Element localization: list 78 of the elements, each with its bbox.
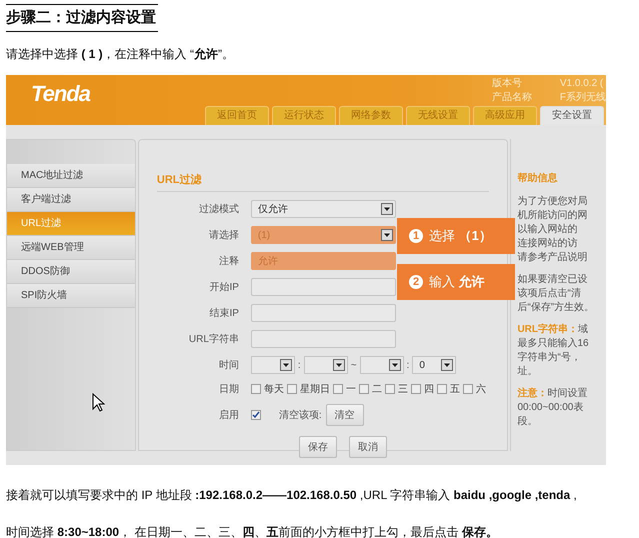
help-text: 连接网站的访 — [517, 237, 578, 251]
checkbox[interactable] — [384, 384, 395, 394]
help-text: 机所能访问的网 — [517, 209, 588, 223]
help-text: 如果要清空已设 — [517, 273, 588, 287]
panel-title: URL过滤 — [156, 172, 490, 192]
dropdown[interactable] — [360, 356, 404, 374]
help-text: 段。 — [517, 415, 538, 429]
help-text: 请参考产品说明 — [517, 251, 588, 265]
day-label: 五 — [450, 383, 460, 396]
day-label: 星期日 — [300, 382, 330, 396]
checkbox[interactable] — [410, 384, 421, 394]
input-field[interactable] — [250, 330, 396, 348]
day-label: 一 — [346, 383, 356, 396]
checkbox[interactable] — [250, 384, 261, 394]
version-label: 版本号 — [492, 77, 523, 91]
dropdown[interactable]: 0 — [412, 356, 456, 374]
separator: ~ — [350, 360, 357, 370]
sidebar-item[interactable]: MAC地址过滤 — [7, 164, 135, 188]
instruction-text: 请选择中选择 ( 1 )，在注释中输入 “允许”。 — [6, 46, 236, 63]
day-label: 六 — [476, 382, 486, 396]
checkbox[interactable] — [358, 384, 369, 394]
logo: Tenda — [30, 80, 90, 105]
sidebar-item[interactable]: DDOS防御 — [7, 260, 135, 284]
field-label: 开始IP — [208, 281, 239, 294]
dropdown[interactable] — [304, 356, 348, 374]
nav-tab[interactable]: 安全设置 — [540, 106, 604, 125]
separator: : — [406, 360, 410, 370]
clear-button[interactable]: 清空 — [326, 404, 364, 426]
form-button[interactable]: 保存 — [299, 436, 338, 458]
field-label: 启用 — [218, 408, 239, 422]
help-text: 00:00~00:00表 — [517, 401, 584, 415]
checkbox[interactable] — [436, 384, 447, 394]
day-label: 每天 — [264, 383, 284, 396]
sidebar-item[interactable]: 客户端过滤 — [7, 188, 135, 212]
product-value: F系列无线 — [560, 91, 606, 105]
dropdown[interactable]: 仅允许 — [250, 200, 396, 218]
sidebar-item[interactable]: SPI防火墙 — [7, 284, 135, 308]
checkbox[interactable] — [250, 410, 261, 420]
field-label: 过滤模式 — [198, 202, 239, 216]
field-label: 请选择 — [208, 228, 239, 242]
day-label: 三 — [398, 383, 408, 396]
field-label: URL字符串 — [188, 332, 239, 346]
clear-label: 清空该项: — [278, 408, 322, 422]
input-field[interactable] — [250, 278, 396, 296]
instruction-text: 接着就可以填写要求中的 IP 地址段 :192.168.0.2——102.168.0.50 ,URL 字符串输入 baidu ,google ,tenda , — [6, 487, 578, 504]
help-text: 最多只能输入16 — [517, 337, 590, 351]
field-label: 结束IP — [208, 306, 239, 320]
help-text: 该项后点击“清 — [517, 287, 582, 301]
sidebar-item[interactable]: 远端WEB管理 — [7, 236, 135, 260]
day-label: 四 — [424, 383, 434, 396]
cursor-icon — [92, 393, 105, 412]
step-number: 2 — [409, 275, 423, 289]
checkbox[interactable] — [462, 384, 473, 394]
help-text: 以输入网站的 — [517, 223, 578, 237]
checkbox[interactable] — [286, 384, 297, 394]
help-text: 注意：时间设置 — [517, 387, 588, 401]
step-heading: 步骤二：过滤内容设置 — [6, 4, 158, 32]
help-title: 帮助信息 — [517, 172, 558, 185]
dropdown[interactable] — [250, 356, 295, 374]
product-label: 产品名称 — [492, 91, 532, 105]
form-button[interactable]: 取消 — [349, 436, 388, 458]
help-text: 后“保存”方生效。 — [517, 301, 596, 315]
input-field[interactable] — [250, 304, 396, 322]
help-text: 字符串为“号， — [517, 351, 582, 365]
field-label: 日期 — [218, 382, 239, 396]
version-value: V1.0.0.2 ( — [560, 77, 604, 91]
field-label: 注释 — [218, 254, 239, 268]
instruction-text: 时间选择 8:30~18:00， 在日期一、二、三、四、五前面的小方框中打上勾，最后点击 保存。 — [6, 524, 499, 538]
day-label: 二 — [372, 383, 382, 396]
help-text: URL字符串：域 — [517, 323, 590, 337]
separator: : — [298, 360, 301, 370]
callout-text: 选择 （1） — [429, 227, 492, 245]
help-text: 址。 — [517, 365, 538, 379]
help-text: 为了方便您对局 — [517, 195, 588, 209]
field-label: 时间 — [218, 358, 239, 372]
callout-text: 输入 允许 — [429, 273, 485, 291]
checkbox[interactable] — [332, 384, 343, 394]
step-number: 1 — [409, 229, 423, 243]
